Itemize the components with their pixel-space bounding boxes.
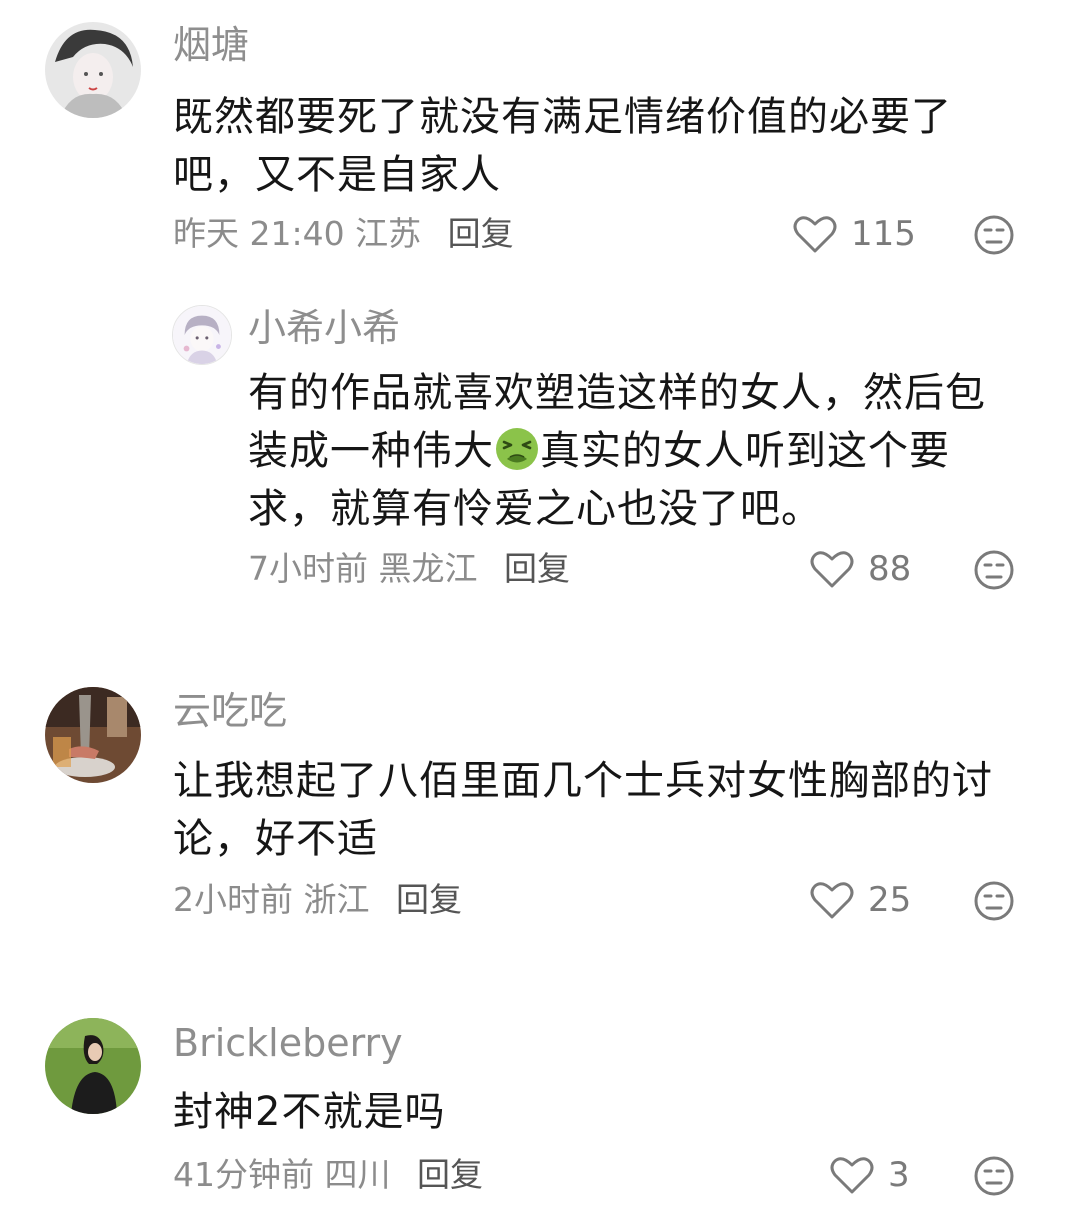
comment-meta: 昨天 21:40 江苏 回复 <box>173 214 514 254</box>
heart-icon <box>810 551 854 588</box>
like-button[interactable]: 115 <box>793 214 916 254</box>
like-count: 25 <box>868 880 912 920</box>
avatar[interactable] <box>172 305 232 365</box>
comment-time: 41分钟前 <box>173 1155 314 1194</box>
reply-button[interactable]: 回复 <box>396 880 462 919</box>
comment-text: 让我想起了八佰里面几个士兵对女性胸部的讨论，好不适 <box>173 758 993 862</box>
heart-icon <box>810 882 854 919</box>
avatar[interactable] <box>45 1018 141 1114</box>
comment-location: 浙江 <box>303 880 370 919</box>
comment-time: 2小时前 <box>173 880 293 919</box>
comment-time: 昨天 21:40 <box>173 214 345 253</box>
like-count: 115 <box>851 214 916 254</box>
comment-text: 既然都要死了就没有满足情绪价值的必要了吧，又不是自家人 <box>173 94 952 198</box>
username[interactable]: 小希小希 <box>248 305 400 351</box>
username[interactable]: 云吃吃 <box>173 688 287 734</box>
dislike-icon[interactable] <box>973 214 1015 256</box>
reply-button[interactable]: 回复 <box>417 1155 483 1194</box>
heart-icon <box>830 1157 874 1194</box>
dislike-icon[interactable] <box>973 549 1015 591</box>
like-button[interactable]: 25 <box>810 880 911 920</box>
avatar[interactable] <box>45 687 141 783</box>
dislike-icon[interactable] <box>973 880 1015 922</box>
comment-location: 江苏 <box>355 214 422 253</box>
comment-text: 有的作品就喜欢塑造这样的女人，然后包装成一种伟大 真实的女人听到这个要求，就算有… <box>248 364 1018 538</box>
comment-time: 7小时前 <box>248 549 368 588</box>
reply-button[interactable]: 回复 <box>448 214 514 253</box>
like-button[interactable]: 3 <box>830 1155 910 1195</box>
nauseated-face-emoji <box>496 428 538 470</box>
comment-meta: 41分钟前 四川 回复 <box>173 1155 483 1195</box>
username[interactable]: 烟塘 <box>173 22 249 68</box>
avatar[interactable] <box>45 22 141 118</box>
comment-location: 黑龙江 <box>378 549 478 588</box>
like-count: 88 <box>868 549 912 589</box>
reply-button[interactable]: 回复 <box>504 549 570 588</box>
like-count: 3 <box>888 1155 910 1195</box>
like-button[interactable]: 88 <box>810 549 911 589</box>
heart-icon <box>793 216 837 253</box>
comment-meta: 7小时前 黑龙江 回复 <box>248 549 570 589</box>
comment-text: 封神2不就是吗 <box>173 1089 446 1135</box>
comment-location: 四川 <box>324 1155 391 1194</box>
comment-meta: 2小时前 浙江 回复 <box>173 880 462 920</box>
dislike-icon[interactable] <box>973 1155 1015 1197</box>
username[interactable]: Brickleberry <box>173 1020 403 1066</box>
